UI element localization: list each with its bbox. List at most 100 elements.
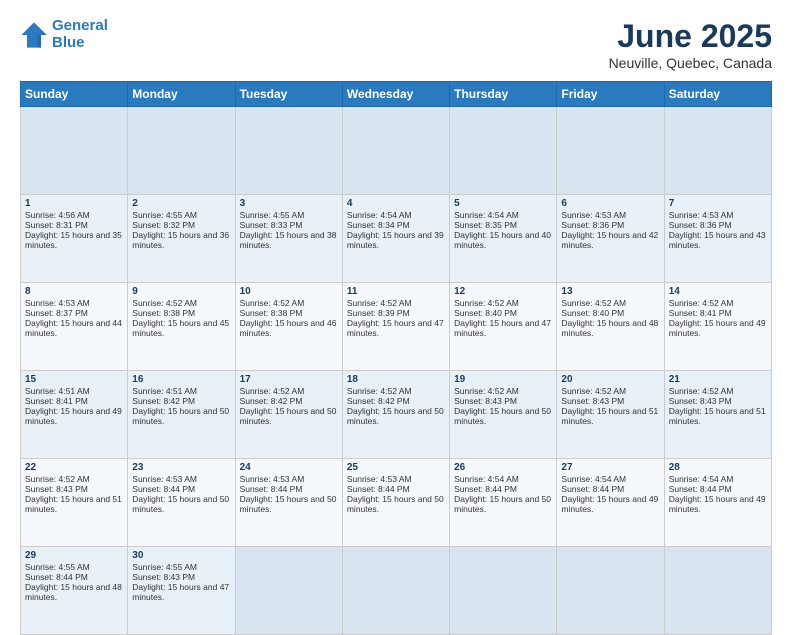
list-item: 19 Sunrise: 4:52 AM Sunset: 8:43 PM Dayl… — [450, 371, 557, 459]
table-row: 29 Sunrise: 4:55 AM Sunset: 8:44 PM Dayl… — [21, 547, 772, 635]
sunrise: Sunrise: 4:55 AM — [25, 562, 90, 572]
day-number: 18 — [347, 374, 445, 385]
sunset: Sunset: 8:43 PM — [669, 396, 732, 406]
list-item: 28 Sunrise: 4:54 AM Sunset: 8:44 PM Dayl… — [664, 459, 771, 547]
col-thursday: Thursday — [450, 82, 557, 107]
list-item — [557, 107, 664, 195]
day-number: 6 — [561, 198, 659, 209]
daylight: Daylight: 15 hours and 42 minutes. — [561, 230, 658, 250]
sunset: Sunset: 8:44 PM — [240, 484, 303, 494]
list-item: 9 Sunrise: 4:52 AM Sunset: 8:38 PM Dayli… — [128, 283, 235, 371]
col-friday: Friday — [557, 82, 664, 107]
sunrise: Sunrise: 4:52 AM — [347, 386, 412, 396]
list-item — [342, 547, 449, 635]
list-item: 20 Sunrise: 4:52 AM Sunset: 8:43 PM Dayl… — [557, 371, 664, 459]
sunset: Sunset: 8:35 PM — [454, 220, 517, 230]
sunrise: Sunrise: 4:52 AM — [132, 298, 197, 308]
sunrise: Sunrise: 4:54 AM — [347, 210, 412, 220]
day-number: 25 — [347, 462, 445, 473]
sunrise: Sunrise: 4:55 AM — [132, 562, 197, 572]
day-number: 3 — [240, 198, 338, 209]
sunrise: Sunrise: 4:52 AM — [561, 386, 626, 396]
sunrise: Sunrise: 4:53 AM — [240, 474, 305, 484]
daylight: Daylight: 15 hours and 48 minutes. — [25, 582, 122, 602]
day-number: 1 — [25, 198, 123, 209]
list-item: 15 Sunrise: 4:51 AM Sunset: 8:41 PM Dayl… — [21, 371, 128, 459]
day-number: 26 — [454, 462, 552, 473]
sunrise: Sunrise: 4:53 AM — [669, 210, 734, 220]
daylight: Daylight: 15 hours and 35 minutes. — [25, 230, 122, 250]
list-item: 24 Sunrise: 4:53 AM Sunset: 8:44 PM Dayl… — [235, 459, 342, 547]
list-item — [557, 547, 664, 635]
daylight: Daylight: 15 hours and 49 minutes. — [25, 406, 122, 426]
day-number: 15 — [25, 374, 123, 385]
list-item: 6 Sunrise: 4:53 AM Sunset: 8:36 PM Dayli… — [557, 195, 664, 283]
daylight: Daylight: 15 hours and 38 minutes. — [240, 230, 337, 250]
sunset: Sunset: 8:44 PM — [25, 572, 88, 582]
daylight: Daylight: 15 hours and 45 minutes. — [132, 318, 229, 338]
day-number: 27 — [561, 462, 659, 473]
table-row: 8 Sunrise: 4:53 AM Sunset: 8:37 PM Dayli… — [21, 283, 772, 371]
sunrise: Sunrise: 4:51 AM — [132, 386, 197, 396]
col-saturday: Saturday — [664, 82, 771, 107]
daylight: Daylight: 15 hours and 51 minutes. — [669, 406, 766, 426]
day-number: 29 — [25, 550, 123, 561]
sunrise: Sunrise: 4:54 AM — [669, 474, 734, 484]
sunset: Sunset: 8:41 PM — [25, 396, 88, 406]
list-item — [450, 547, 557, 635]
logo-icon — [20, 21, 48, 49]
sunrise: Sunrise: 4:53 AM — [347, 474, 412, 484]
sunset: Sunset: 8:42 PM — [240, 396, 303, 406]
list-item — [664, 547, 771, 635]
sunrise: Sunrise: 4:54 AM — [454, 210, 519, 220]
list-item: 22 Sunrise: 4:52 AM Sunset: 8:43 PM Dayl… — [21, 459, 128, 547]
day-number: 22 — [25, 462, 123, 473]
day-number: 11 — [347, 286, 445, 297]
list-item: 21 Sunrise: 4:52 AM Sunset: 8:43 PM Dayl… — [664, 371, 771, 459]
page: General Blue June 2025 Neuville, Quebec,… — [0, 0, 792, 612]
calendar-header-row: Sunday Monday Tuesday Wednesday Thursday… — [21, 82, 772, 107]
daylight: Daylight: 15 hours and 51 minutes. — [25, 494, 122, 514]
daylight: Daylight: 15 hours and 51 minutes. — [561, 406, 658, 426]
list-item — [664, 107, 771, 195]
daylight: Daylight: 15 hours and 49 minutes. — [561, 494, 658, 514]
list-item: 16 Sunrise: 4:51 AM Sunset: 8:42 PM Dayl… — [128, 371, 235, 459]
daylight: Daylight: 15 hours and 50 minutes. — [240, 494, 337, 514]
day-number: 12 — [454, 286, 552, 297]
daylight: Daylight: 15 hours and 36 minutes. — [132, 230, 229, 250]
sunset: Sunset: 8:41 PM — [669, 308, 732, 318]
sunrise: Sunrise: 4:52 AM — [25, 474, 90, 484]
list-item: 25 Sunrise: 4:53 AM Sunset: 8:44 PM Dayl… — [342, 459, 449, 547]
daylight: Daylight: 15 hours and 48 minutes. — [561, 318, 658, 338]
sunrise: Sunrise: 4:55 AM — [132, 210, 197, 220]
sunrise: Sunrise: 4:52 AM — [454, 298, 519, 308]
list-item: 10 Sunrise: 4:52 AM Sunset: 8:38 PM Dayl… — [235, 283, 342, 371]
sunset: Sunset: 8:37 PM — [25, 308, 88, 318]
daylight: Daylight: 15 hours and 43 minutes. — [669, 230, 766, 250]
day-number: 13 — [561, 286, 659, 297]
sunrise: Sunrise: 4:54 AM — [454, 474, 519, 484]
daylight: Daylight: 15 hours and 50 minutes. — [132, 406, 229, 426]
sunset: Sunset: 8:39 PM — [347, 308, 410, 318]
list-item: 8 Sunrise: 4:53 AM Sunset: 8:37 PM Dayli… — [21, 283, 128, 371]
day-number: 9 — [132, 286, 230, 297]
list-item: 14 Sunrise: 4:52 AM Sunset: 8:41 PM Dayl… — [664, 283, 771, 371]
daylight: Daylight: 15 hours and 47 minutes. — [132, 582, 229, 602]
day-number: 19 — [454, 374, 552, 385]
header: General Blue June 2025 Neuville, Quebec,… — [20, 18, 772, 71]
list-item: 7 Sunrise: 4:53 AM Sunset: 8:36 PM Dayli… — [664, 195, 771, 283]
day-number: 14 — [669, 286, 767, 297]
sunrise: Sunrise: 4:52 AM — [669, 386, 734, 396]
daylight: Daylight: 15 hours and 50 minutes. — [347, 406, 444, 426]
list-item: 17 Sunrise: 4:52 AM Sunset: 8:42 PM Dayl… — [235, 371, 342, 459]
list-item: 3 Sunrise: 4:55 AM Sunset: 8:33 PM Dayli… — [235, 195, 342, 283]
day-number: 2 — [132, 198, 230, 209]
sunset: Sunset: 8:43 PM — [132, 572, 195, 582]
logo-line2: Blue — [52, 34, 85, 51]
sunset: Sunset: 8:44 PM — [561, 484, 624, 494]
logo-text: General Blue — [52, 18, 108, 51]
list-item: 29 Sunrise: 4:55 AM Sunset: 8:44 PM Dayl… — [21, 547, 128, 635]
sunset: Sunset: 8:38 PM — [132, 308, 195, 318]
day-number: 23 — [132, 462, 230, 473]
list-item: 12 Sunrise: 4:52 AM Sunset: 8:40 PM Dayl… — [450, 283, 557, 371]
